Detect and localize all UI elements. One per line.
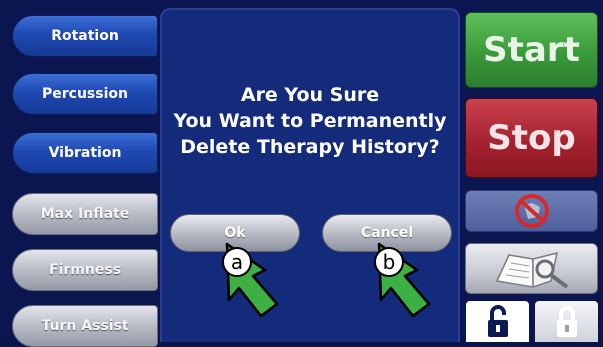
stop-label: Stop xyxy=(487,118,576,158)
start-label: Start xyxy=(483,30,580,70)
callout-label-b: b xyxy=(382,250,396,274)
stop-button[interactable]: Stop xyxy=(465,98,598,178)
therapy-history-button[interactable] xyxy=(465,243,598,294)
percussion-label: Percussion xyxy=(42,86,128,102)
lock-button[interactable] xyxy=(535,301,598,342)
dialog-message: Are You Sure You Want to Permanently Del… xyxy=(173,84,447,158)
start-button[interactable]: Start xyxy=(465,12,598,88)
callout-badge-a: a xyxy=(222,247,252,277)
max-inflate-button[interactable]: Max Inflate xyxy=(12,193,158,235)
ok-label: Ok xyxy=(224,225,246,241)
unlock-button[interactable] xyxy=(466,301,529,342)
callout-badge-b: b xyxy=(374,247,404,277)
turn-assist-label: Turn Assist xyxy=(41,318,129,334)
vibration-button[interactable]: Vibration xyxy=(12,132,158,174)
callout-label-a: a xyxy=(230,250,244,274)
vibration-label: Vibration xyxy=(48,145,122,161)
unlocked-padlock-icon xyxy=(487,304,508,337)
silence-alarm-button[interactable] xyxy=(465,190,598,232)
firmness-button[interactable]: Firmness xyxy=(12,249,158,291)
locked-padlock-icon xyxy=(556,305,577,337)
bed-control-screen: Rotation Percussion Vibration Max Inflat… xyxy=(0,0,603,347)
firmness-label: Firmness xyxy=(49,262,121,278)
percussion-button[interactable]: Percussion xyxy=(12,73,158,115)
cancel-label: Cancel xyxy=(360,225,414,241)
no-alarm-icon xyxy=(514,194,549,228)
turn-assist-button[interactable]: Turn Assist xyxy=(12,305,158,347)
history-book-icon xyxy=(495,251,568,289)
rotation-button[interactable]: Rotation xyxy=(12,15,158,57)
max-inflate-label: Max Inflate xyxy=(40,206,130,222)
rotation-label: Rotation xyxy=(51,28,119,44)
